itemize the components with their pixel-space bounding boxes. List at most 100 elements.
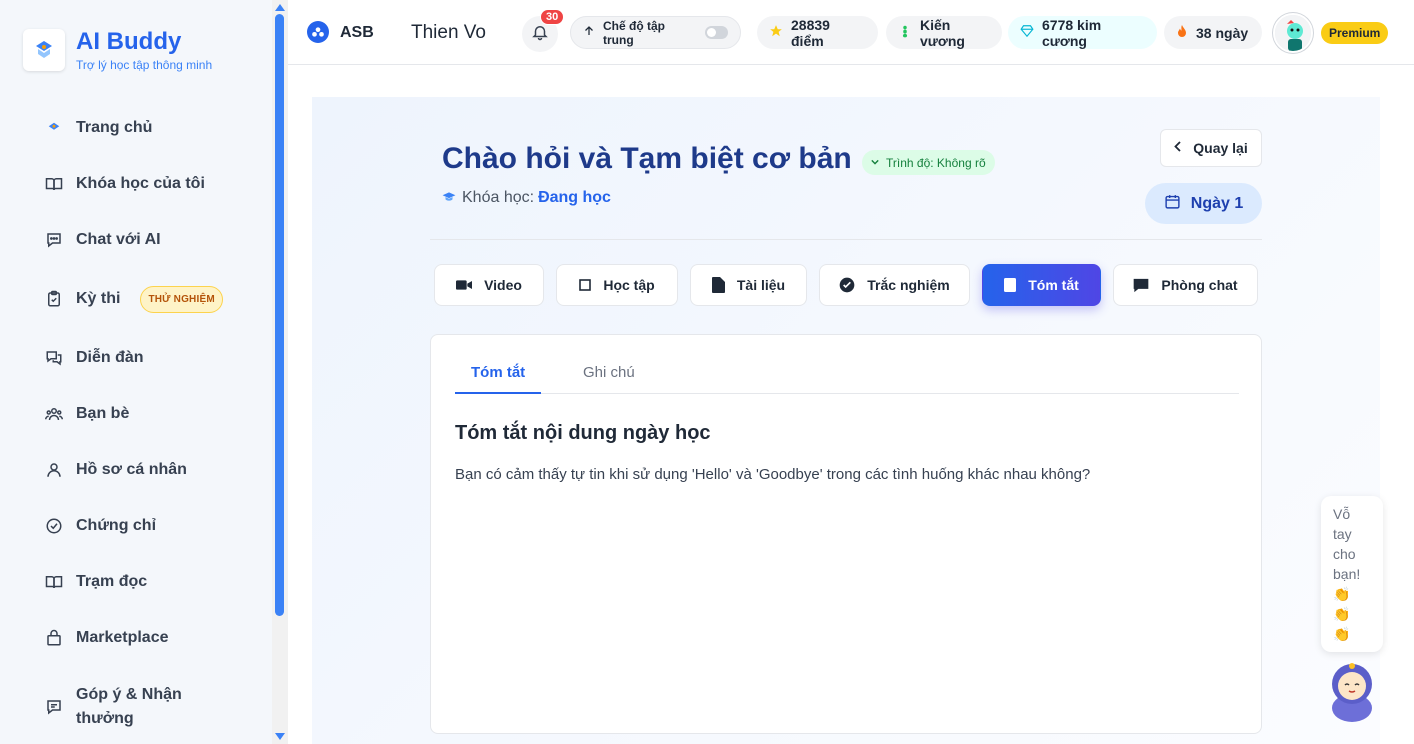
org-logo-icon [307, 21, 329, 43]
sidebar-item-marketplace[interactable]: Marketplace [44, 620, 169, 656]
brand[interactable]: AI Buddy Trợ lý học tập thông minh [23, 28, 212, 72]
brand-subtitle: Trợ lý học tập thông minh [76, 58, 213, 72]
gems-pill[interactable]: 6778 kim cương [1008, 16, 1157, 49]
tab-chat-room[interactable]: Phòng chat [1113, 264, 1258, 306]
gems-value: 6778 kim cương [1042, 16, 1102, 49]
clap-emoji: 👏 [1333, 606, 1351, 622]
video-icon [456, 279, 473, 291]
tab-label: Tài liệu [736, 277, 786, 293]
summary-icon [1004, 278, 1017, 292]
user-name: Thien Vo [411, 22, 486, 43]
level-label: Trình độ: Không rõ [886, 155, 986, 170]
sidebar-item-home[interactable]: Trang chủ [44, 110, 152, 146]
focus-mode-label: Chế độ tập trung [603, 18, 665, 47]
sidebar-item-friends[interactable]: Bạn bè [44, 396, 129, 432]
flame-icon [1176, 24, 1188, 41]
sidebar-item-forum[interactable]: Diễn đàn [44, 340, 144, 376]
premium-badge: Premium [1321, 22, 1389, 44]
focus-mode-switch[interactable] [705, 26, 728, 39]
check-circle-filled-icon [839, 277, 855, 293]
scrollbar-thumb[interactable] [275, 14, 284, 616]
feedback-icon [44, 697, 64, 717]
chevron-down-icon [871, 157, 879, 168]
sidebar-item-label: Diễn đàn [76, 349, 144, 366]
scroll-up-icon[interactable] [275, 4, 285, 11]
clap-emoji: 👏 [1333, 626, 1351, 642]
sidebar: AI Buddy Trợ lý học tập thông minh Trang… [0, 0, 272, 744]
sidebar-item-label: Góp ý & Nhận thưởng [76, 686, 182, 727]
sidebar-item-label: Kỳ thi [76, 290, 121, 307]
sidebar-item-label: Hồ sơ cá nhân [76, 461, 187, 478]
sidebar-item-label: Marketplace [76, 629, 169, 646]
tab-label: Tóm tắt [1028, 277, 1079, 293]
document-icon [711, 277, 725, 293]
notification-count-badge: 30 [540, 9, 565, 25]
tab-summary[interactable]: Tóm tắt [982, 264, 1101, 306]
sidebar-scrollbar[interactable] [272, 0, 288, 744]
day-label: Ngày 1 [1190, 194, 1244, 212]
lesson-tabs: Video Học tập Tài liệu Trắc nghiệm Tóm t… [430, 264, 1262, 306]
tab-documents[interactable]: Tài liệu [690, 264, 807, 306]
tab-video[interactable]: Video [434, 264, 544, 306]
focus-mode-toggle[interactable]: Chế độ tập trung [570, 16, 741, 49]
sidebar-item-profile[interactable]: Hồ sơ cá nhân [44, 452, 187, 488]
chat-icon [44, 230, 64, 250]
summary-card: Tóm tắt Ghi chú Tóm tắt nội dung ngày họ… [430, 334, 1262, 734]
course-label: Khóa học: [462, 189, 535, 206]
tab-study[interactable]: Học tập [556, 264, 678, 306]
rank-value: Kiến vương [920, 16, 965, 49]
day-button[interactable]: Ngày 1 [1145, 183, 1262, 224]
avatar[interactable] [1273, 13, 1313, 53]
ant-icon [898, 24, 912, 41]
home-icon [44, 118, 64, 138]
forum-icon [44, 348, 64, 368]
clap-emoji: 👏 [1333, 586, 1351, 602]
check-circle-icon [44, 516, 64, 536]
lesson-title: Chào hỏi và Tạm biệt cơ bản [442, 142, 852, 175]
graduation-cap-icon [442, 190, 456, 207]
back-label: Quay lại [1193, 140, 1248, 156]
course-status-line: Khóa học: Đang học [442, 189, 611, 207]
arrow-up-icon [583, 25, 595, 40]
star-icon [769, 24, 783, 41]
shopping-bag-icon [44, 628, 64, 648]
sidebar-item-exam[interactable]: Kỳ thi THỬ NGHIỆM [44, 281, 223, 317]
brand-logo-icon [23, 29, 65, 71]
level-badge[interactable]: Trình độ: Không rõ [862, 150, 995, 175]
streak-value: 38 ngày [1196, 24, 1249, 41]
streak-pill[interactable]: 38 ngày [1164, 16, 1262, 49]
sidebar-item-feedback[interactable]: Góp ý & Nhận thưởng [44, 682, 196, 732]
points-pill[interactable]: 28839 điểm [757, 16, 878, 49]
summary-heading: Tóm tắt nội dung ngày học [455, 422, 711, 444]
scroll-down-icon[interactable] [275, 733, 285, 740]
top-header: ASB Thien Vo 30 Chế độ tập trung 28839 đ… [288, 0, 1414, 65]
course-status: Đang học [538, 189, 611, 206]
mascot-assistant[interactable] [1327, 660, 1377, 722]
subtab-notes[interactable]: Ghi chú [567, 357, 651, 394]
square-icon [579, 279, 592, 291]
book-icon [44, 572, 64, 592]
rank-pill[interactable]: Kiến vương [886, 16, 1002, 49]
summary-subtabs: Tóm tắt Ghi chú [455, 357, 1239, 394]
users-icon [44, 404, 64, 424]
subtab-summary[interactable]: Tóm tắt [455, 357, 542, 394]
sidebar-item-label: Chứng chỉ [76, 517, 157, 534]
back-button[interactable]: Quay lại [1160, 129, 1262, 167]
sidebar-item-certificates[interactable]: Chứng chỉ [44, 508, 156, 544]
clap-message-bubble: Vỗ tay cho bạn! 👏 👏 👏 [1321, 496, 1383, 652]
sidebar-item-label: Khóa học của tôi [76, 175, 205, 192]
tab-quiz[interactable]: Trắc nghiệm [819, 264, 970, 306]
bell-icon [531, 23, 549, 46]
diamond-icon [1020, 24, 1034, 41]
tab-label: Phòng chat [1161, 277, 1238, 293]
org-name: ASB [340, 24, 374, 41]
message-icon [1133, 278, 1149, 293]
clipboard-check-icon [44, 289, 64, 309]
tab-label: Học tập [603, 277, 655, 293]
user-icon [44, 460, 64, 480]
sidebar-item-label: Trang chủ [76, 119, 153, 136]
sidebar-item-reading[interactable]: Trạm đọc [44, 564, 147, 600]
sidebar-item-label: Trạm đọc [76, 573, 148, 590]
sidebar-item-chat-ai[interactable]: Chat với AI [44, 222, 161, 258]
sidebar-item-my-courses[interactable]: Khóa học của tôi [44, 166, 205, 202]
